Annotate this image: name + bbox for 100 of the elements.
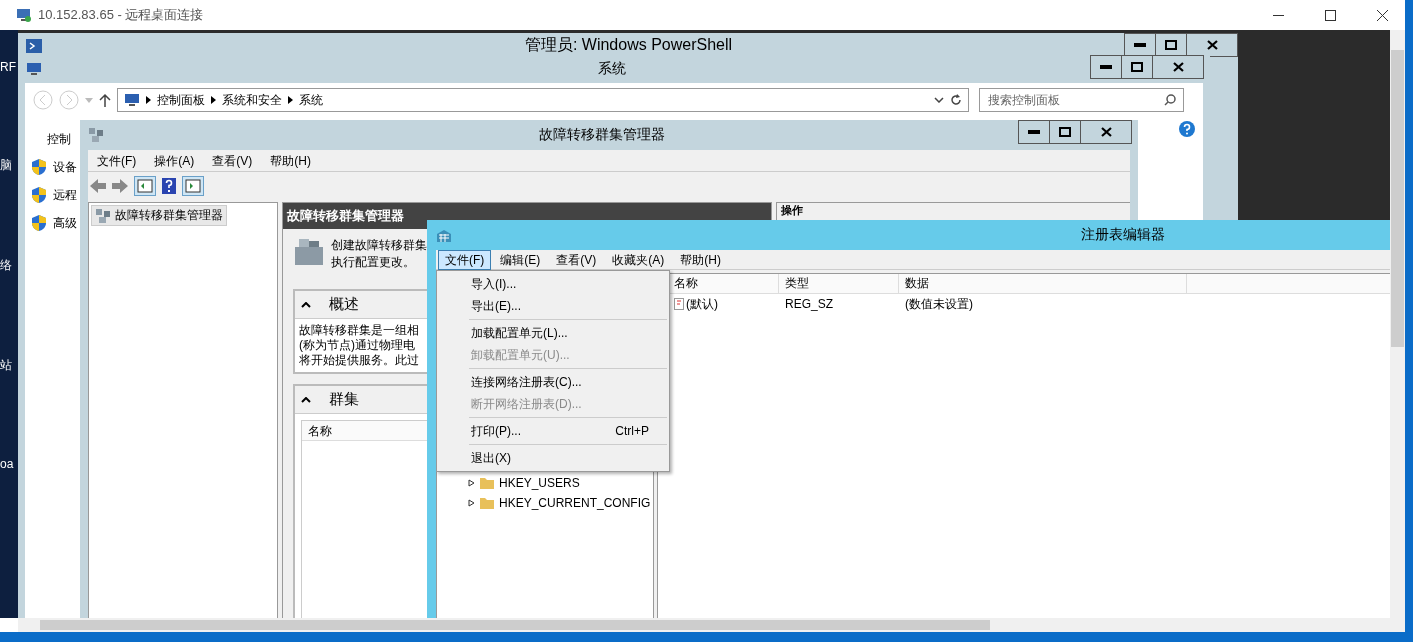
minimize-icon <box>1028 130 1040 134</box>
minimize-button[interactable] <box>1124 33 1156 57</box>
chevron-icon <box>288 96 293 104</box>
powershell-icon <box>26 38 42 53</box>
up-button[interactable] <box>99 93 111 107</box>
menu-item[interactable]: 查看(V) <box>549 250 604 270</box>
menu-item[interactable]: 文件(F) <box>438 250 492 270</box>
shield-icon <box>31 158 47 176</box>
close-button[interactable] <box>1186 33 1238 57</box>
menu-item[interactable]: 导出(E)... <box>439 295 667 317</box>
window-title: 注册表编辑器 <box>1080 226 1165 244</box>
vertical-scrollbar[interactable] <box>1390 30 1405 632</box>
maximize-button[interactable] <box>1049 120 1081 144</box>
tree-item[interactable]: 故障转移群集管理器 <box>91 205 227 226</box>
close-icon <box>1100 127 1112 137</box>
shortcut-text: Ctrl+P <box>615 424 649 438</box>
desktop-icon-label[interactable]: RF <box>0 60 16 74</box>
menu-item[interactable]: 帮助(H) <box>263 150 318 171</box>
server-cluster-icon <box>95 207 111 224</box>
desktop-icon-label[interactable]: 络 <box>0 257 12 274</box>
computer-icon <box>26 62 42 76</box>
desktop-icon-label[interactable]: oa <box>0 457 14 471</box>
action-pane-icon[interactable] <box>182 176 204 196</box>
column-header[interactable]: 数据 <box>899 273 1187 294</box>
menu-item[interactable]: 帮助(H) <box>673 250 728 270</box>
collapsed-arrow-icon[interactable] <box>467 479 475 487</box>
intro-text: 执行配置更改。 <box>331 254 416 271</box>
collapse-icon <box>301 301 311 308</box>
close-icon <box>1172 62 1184 72</box>
minimize-icon <box>1272 14 1284 16</box>
server-cluster-icon <box>88 127 104 143</box>
table-cell-text: REG_SZ <box>784 297 834 311</box>
column-header[interactable]: 类型 <box>779 273 899 294</box>
chevron-icon <box>211 96 216 104</box>
description-text: 将开始提供服务。此过 <box>299 353 419 368</box>
help-icon[interactable] <box>162 178 176 194</box>
search-icon <box>1164 94 1176 106</box>
remote-desktop-icon <box>16 7 32 23</box>
tree-item[interactable]: HKEY_USERS <box>499 476 580 490</box>
collapse-icon <box>301 396 311 403</box>
desktop-icon-label[interactable]: 脑 <box>0 157 12 174</box>
refresh-icon[interactable] <box>950 94 962 106</box>
minimize-button[interactable] <box>1090 55 1122 79</box>
collapsed-arrow-icon[interactable] <box>467 499 475 507</box>
dropdown-icon[interactable] <box>934 97 944 103</box>
maximize-button[interactable] <box>1121 55 1153 79</box>
window-title: 故障转移群集管理器 <box>538 126 665 144</box>
string-value-icon <box>674 298 684 310</box>
minimize-button[interactable] <box>1018 120 1050 144</box>
description-text: (称为节点)通过物理电 <box>299 338 415 353</box>
breadcrumb-link[interactable]: 系统 <box>299 91 323 109</box>
desktop-icon-label[interactable]: 站 <box>0 357 12 374</box>
minimize-icon <box>1134 43 1146 47</box>
horizontal-scrollbar[interactable] <box>18 618 1390 632</box>
window-title: 管理员: Windows PowerShell <box>524 35 733 55</box>
console-tree-icon[interactable] <box>134 176 156 196</box>
menu-item[interactable]: 编辑(E) <box>493 250 548 270</box>
caret-icon <box>85 97 93 103</box>
tree-item[interactable]: HKEY_CURRENT_CONFIG <box>499 496 651 510</box>
up-arrow-icon <box>99 93 111 107</box>
folder-icon <box>479 476 495 490</box>
close-button[interactable] <box>1080 120 1132 144</box>
window-title: 系统 <box>597 60 626 78</box>
help-icon[interactable] <box>1179 121 1195 137</box>
window-title: 10.152.83.65 - 远程桌面连接 <box>38 6 205 24</box>
menu-item[interactable]: 操作(A) <box>147 150 202 171</box>
breadcrumb-link[interactable]: 控制面板 <box>157 91 205 109</box>
close-icon <box>1376 9 1388 21</box>
maximize-icon <box>1059 127 1071 137</box>
menu-item[interactable]: 加载配置单元(L)... <box>439 322 667 344</box>
sidebar-link[interactable]: 控制 <box>47 131 71 148</box>
table-cell-text: (数值未设置) <box>904 295 974 313</box>
intro-text: 创建故障转移群集 <box>331 237 427 254</box>
shield-icon <box>31 214 47 232</box>
back-arrow-icon[interactable] <box>90 179 106 193</box>
computer-icon <box>124 93 140 107</box>
description-text: 故障转移群集是一组相 <box>299 323 419 338</box>
pane-header: 操作 <box>781 204 803 216</box>
chevron-icon <box>146 96 151 104</box>
breadcrumb-link[interactable]: 系统和安全 <box>222 91 282 109</box>
address-bar[interactable]: 控制面板 系统和安全 系统 <box>117 88 969 112</box>
search-field[interactable]: 搜索控制面板 <box>979 88 1184 112</box>
menu-item[interactable]: 收藏夹(A) <box>605 250 672 270</box>
maximize-icon <box>1131 62 1143 72</box>
forward-arrow-icon[interactable] <box>112 179 128 193</box>
menu-item[interactable]: 打印(P)... Ctrl+P <box>439 420 667 442</box>
sidebar-link[interactable]: 高级 <box>31 214 77 232</box>
menu-item[interactable]: 连接网络注册表(C)... <box>439 371 667 393</box>
minimize-icon <box>1100 65 1112 69</box>
menu-item[interactable]: 退出(X) <box>439 447 667 469</box>
menu-item[interactable]: 文件(F) <box>90 150 144 171</box>
close-icon <box>1206 40 1218 50</box>
forward-icon <box>59 90 79 110</box>
close-button[interactable] <box>1152 55 1204 79</box>
sidebar-link[interactable]: 设备 <box>31 158 77 176</box>
sidebar-link[interactable]: 远程 <box>31 186 77 204</box>
menu-item[interactable]: 查看(V) <box>205 150 260 171</box>
folder-icon <box>479 496 495 510</box>
shield-icon <box>31 186 47 204</box>
back-icon <box>33 90 53 110</box>
